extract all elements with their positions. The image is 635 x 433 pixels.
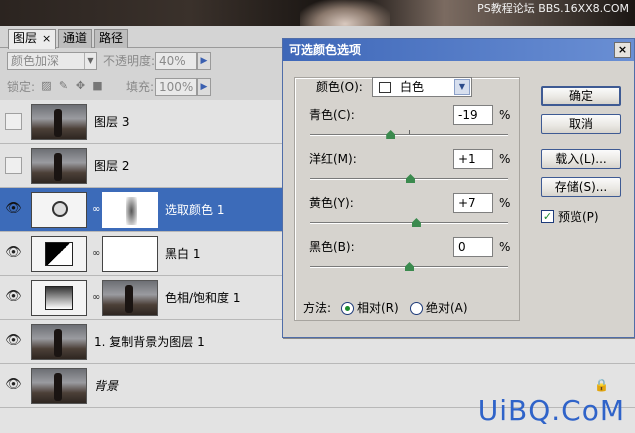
layer-mask-thumbnail[interactable] (102, 280, 158, 316)
blend-mode-select[interactable]: 颜色加深 ▼ (7, 52, 97, 70)
black-slider[interactable] (310, 262, 508, 271)
lock-all-icon[interactable]: ■ (91, 79, 104, 92)
close-tab-icon[interactable]: × (42, 32, 51, 45)
layer-name: 1. 复制背景为图层 1 (94, 335, 205, 349)
magenta-label: 洋红(M): (309, 152, 357, 166)
hue-saturation-adjustment-icon (31, 280, 87, 316)
black-white-adjustment-icon (31, 236, 87, 272)
tab-channels[interactable]: 通道 (58, 29, 93, 48)
opacity-label: 不透明度: (103, 54, 156, 68)
black-label: 黑色(B): (309, 240, 355, 254)
method-relative-label[interactable]: 相对(R) (357, 300, 399, 316)
fill-label: 填充: (126, 80, 155, 94)
fill-field[interactable]: 100% (155, 78, 197, 96)
magenta-slider[interactable] (310, 174, 508, 183)
layer-name: 色相/饱和度 1 (165, 291, 241, 305)
eye-icon[interactable]: 👁 (5, 377, 22, 394)
preview-checkbox[interactable]: ✓ (541, 210, 554, 223)
color-swatch (379, 82, 391, 93)
cyan-field[interactable]: -19 (453, 105, 493, 125)
dialog-title: 可选颜色选项 (289, 43, 362, 57)
layer-thumbnail (31, 148, 87, 184)
lock-icon: 🔒 (594, 378, 609, 392)
color-select[interactable]: 白色 ▼ (372, 77, 472, 97)
method-absolute-label[interactable]: 绝对(A) (426, 300, 468, 316)
link-icon[interactable]: ∞ (92, 247, 100, 261)
tab-layers[interactable]: 图层 × (8, 29, 57, 49)
opacity-arrow-icon[interactable]: ▶ (197, 52, 211, 70)
layer-name: 图层 2 (94, 159, 130, 173)
lock-icons: ▨ ✎ ✥ ■ (40, 79, 104, 92)
opacity-field[interactable]: 40% (155, 52, 197, 70)
selective-color-dialog: 可选颜色选项 × 颜色(O): 白色 ▼ 青色(C): -19 % 洋红(M):… (282, 38, 635, 338)
layer-name: 图层 3 (94, 115, 130, 129)
layer-name: 黑白 1 (165, 247, 201, 261)
magenta-unit: % (499, 152, 511, 166)
layer-mask-thumbnail[interactable] (102, 192, 158, 228)
lock-move-icon[interactable]: ✥ (74, 79, 87, 92)
close-icon[interactable]: × (614, 42, 631, 58)
preview-label[interactable]: 预览(P) (558, 209, 599, 225)
yellow-slider[interactable] (310, 218, 508, 227)
cyan-slider[interactable] (310, 130, 508, 139)
layer-name: 选取颜色 1 (165, 203, 225, 217)
method-relative-radio[interactable] (341, 302, 354, 315)
layer-thumbnail (31, 324, 87, 360)
black-field[interactable]: 0 (453, 237, 493, 257)
dialog-titlebar[interactable]: 可选颜色选项 × (283, 39, 634, 61)
yellow-field[interactable]: +7 (453, 193, 493, 213)
layer-mask-thumbnail[interactable] (102, 236, 158, 272)
eye-icon[interactable]: 👁 (5, 289, 22, 306)
tab-paths[interactable]: 路径 (94, 29, 129, 48)
chevron-down-icon: ▼ (84, 53, 96, 69)
visibility-toggle[interactable] (5, 157, 22, 174)
save-button[interactable]: 存储(S)... (541, 177, 621, 197)
eye-icon[interactable]: 👁 (5, 245, 22, 262)
watermark-top: PS教程论坛 BBS.16XX8.COM (477, 2, 629, 15)
layer-thumbnail (31, 104, 87, 140)
yellow-label: 黄色(Y): (309, 196, 354, 210)
black-unit: % (499, 240, 511, 254)
eye-icon[interactable]: 👁 (5, 333, 22, 350)
selective-color-adjustment-icon (31, 192, 87, 228)
link-icon[interactable]: ∞ (92, 203, 100, 217)
lock-transparent-icon[interactable]: ▨ (40, 79, 53, 92)
chevron-down-icon[interactable]: ▼ (454, 79, 470, 95)
cyan-unit: % (499, 108, 511, 122)
ok-button[interactable]: 确定 (541, 86, 621, 106)
yellow-unit: % (499, 196, 511, 210)
watermark-bottom: UiBQ.CoM (477, 394, 625, 427)
method-absolute-radio[interactable] (410, 302, 423, 315)
visibility-toggle[interactable] (5, 113, 22, 130)
load-button[interactable]: 载入(L)... (541, 149, 621, 169)
cyan-label: 青色(C): (309, 108, 355, 122)
eye-icon[interactable]: 👁 (5, 201, 22, 218)
lock-brush-icon[interactable]: ✎ (57, 79, 70, 92)
cancel-button[interactable]: 取消 (541, 114, 621, 134)
color-label: 颜色(O): (316, 80, 363, 94)
magenta-field[interactable]: +1 (453, 149, 493, 169)
link-icon[interactable]: ∞ (92, 291, 100, 305)
method-label: 方法: (303, 301, 332, 315)
layer-thumbnail (31, 368, 87, 404)
fill-arrow-icon[interactable]: ▶ (197, 78, 211, 96)
lock-label: 锁定: (7, 80, 36, 94)
layer-name: 背景 (94, 379, 119, 393)
